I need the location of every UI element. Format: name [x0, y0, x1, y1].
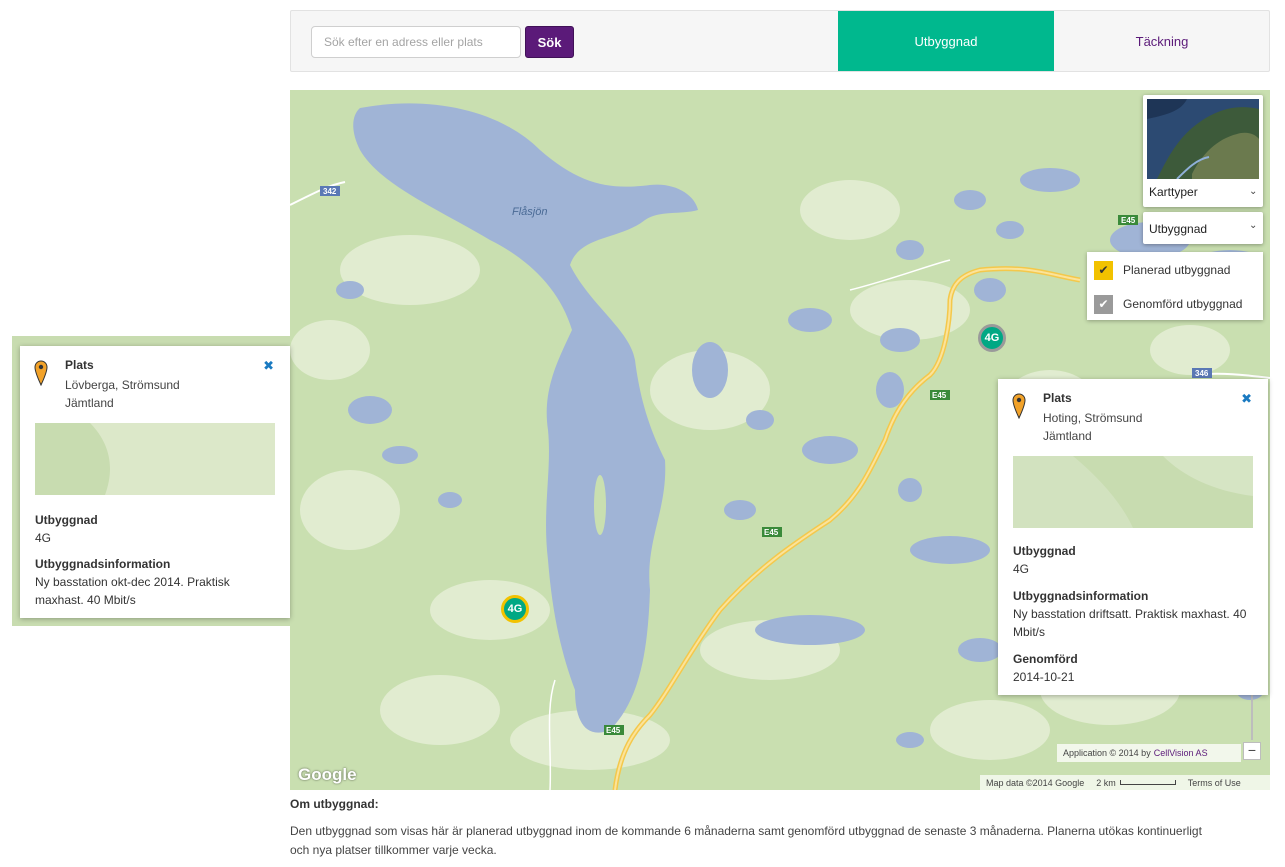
chevron-down-icon: ⌄ [1249, 186, 1258, 197]
tab-utbyggnad[interactable]: Utbyggnad [838, 11, 1054, 71]
info-type: Utbyggnad 4G [1013, 544, 1076, 576]
scale-label: 2 km [1096, 777, 1116, 788]
road-label: E45 [1121, 216, 1136, 225]
layer-select[interactable]: Utbyggnad ⌄ [1143, 212, 1263, 244]
google-logo: Google [298, 765, 357, 784]
info-details: Utbyggnadsinformation Ny basstation drif… [1013, 589, 1247, 639]
legend-item-planned[interactable]: ✔ Planerad utbyggnad [1094, 260, 1230, 280]
marker-4g-planned[interactable]: 4G [501, 595, 529, 623]
marker-4g-done[interactable]: 4G [978, 324, 1006, 352]
road-label: 342 [323, 187, 337, 196]
legend: ✔ Planerad utbyggnad ✔ Genomförd utbyggn… [1087, 252, 1263, 320]
info-title: Plats [1043, 391, 1072, 405]
location-pin-icon [1012, 393, 1026, 419]
check-icon[interactable]: ✔ [1094, 294, 1113, 314]
road-label: 346 [1195, 369, 1209, 378]
chevron-down-icon: ⌄ [1249, 220, 1258, 231]
info-type: Utbyggnad 4G [35, 513, 98, 545]
legend-item-done[interactable]: ✔ Genomförd utbyggnad [1094, 294, 1242, 314]
close-icon[interactable]: ✖ [263, 358, 274, 374]
location-thumbnail [35, 423, 275, 495]
location-pin-icon [34, 360, 48, 386]
legend-label: Planerad utbyggnad [1123, 263, 1231, 277]
about-text: Den utbyggnad som visas här är planerad … [290, 824, 1202, 857]
search-button[interactable]: Sök [525, 26, 574, 58]
attribution: Application © 2014 by CellVision AS [1057, 744, 1241, 762]
search-input[interactable] [311, 26, 521, 58]
about-title: Om utbyggnad: [290, 797, 379, 811]
map-data-text: Map data ©2014 Google [986, 777, 1085, 788]
info-address: Lövberga, Strömsund Jämtland [65, 378, 180, 410]
cellvision-link[interactable]: CellVision AS [1154, 748, 1208, 758]
info-window-hoting: ✖ Plats Hoting, Strömsund Jämtland Utbyg… [998, 379, 1268, 695]
satellite-thumbnail[interactable] [1147, 99, 1259, 179]
toolbar: Sök Utbyggnad Täckning [290, 10, 1270, 72]
road-label: E45 [932, 391, 947, 400]
layer-select-label: Utbyggnad [1149, 222, 1208, 236]
terms-link[interactable]: Terms of Use [1188, 778, 1241, 788]
map-type-label: Karttyper [1149, 185, 1198, 199]
tab-tackning[interactable]: Täckning [1054, 11, 1270, 71]
map-type-control[interactable]: Karttyper ⌄ [1143, 95, 1263, 207]
zoom-out-button[interactable]: − [1243, 742, 1261, 760]
place-label: Flåsjön [512, 206, 547, 218]
close-icon[interactable]: ✖ [1241, 391, 1252, 407]
road-label: E45 [606, 726, 621, 735]
info-address: Hoting, Strömsund Jämtland [1043, 411, 1143, 443]
location-thumbnail [1013, 456, 1253, 528]
scale-bar [1119, 780, 1176, 785]
info-details: Utbyggnadsinformation Ny basstation okt-… [35, 557, 230, 607]
legend-label: Genomförd utbyggnad [1123, 297, 1243, 311]
info-completed: Genomförd 2014-10-21 [1013, 652, 1078, 684]
road-label: E45 [764, 528, 779, 537]
map-footer: Map data ©2014 Google 2 km Terms of Use [980, 775, 1270, 790]
info-window-lovberga: ✖ Plats Lövberga, Strömsund Jämtland Utb… [20, 346, 290, 618]
check-icon[interactable]: ✔ [1094, 260, 1113, 280]
info-title: Plats [65, 358, 94, 372]
